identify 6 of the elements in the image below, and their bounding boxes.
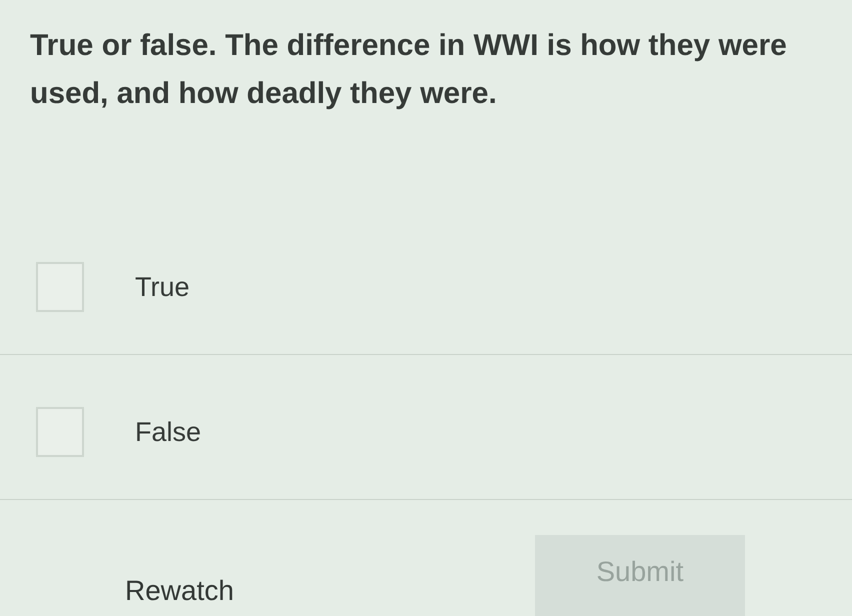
question-text: True or false. The difference in WWI is how they were used, and how deadly they were. bbox=[30, 28, 788, 112]
checkbox[interactable] bbox=[36, 407, 84, 457]
checkbox[interactable] bbox=[36, 262, 84, 312]
rewatch-link[interactable]: Rewatch bbox=[125, 570, 234, 612]
option-label: False bbox=[135, 416, 202, 449]
option-label: True bbox=[135, 270, 190, 304]
